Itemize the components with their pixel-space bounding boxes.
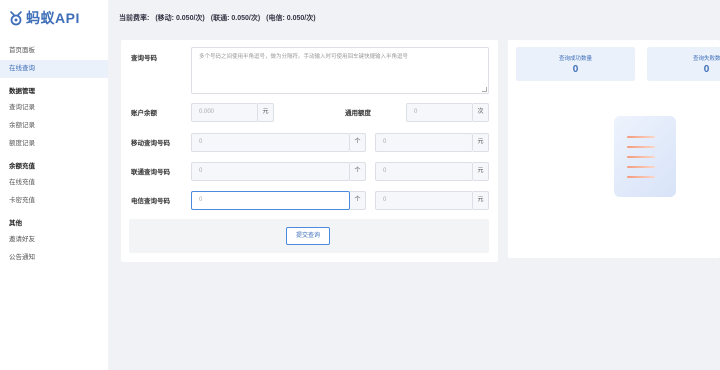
ant-logo-icon (10, 11, 22, 26)
sidebar-item-online-recharge[interactable]: 在线充值 (0, 174, 108, 192)
sidebar-item-quota-records[interactable]: 额度记录 (0, 135, 108, 153)
balance-label: 账户余额 (131, 110, 157, 117)
fail-count-value: 0 (703, 64, 710, 75)
success-count-value: 0 (572, 64, 579, 75)
unicom-cost-unit: 元 (473, 162, 489, 181)
telecom-count-field[interactable]: 0 (191, 191, 350, 210)
sidebar-group-recharge: 余额充值 (9, 163, 35, 170)
sidebar-item-card-recharge[interactable]: 卡密充值 (0, 192, 108, 210)
sidebar-group-data: 数据管理 (9, 88, 35, 95)
mobile-cost-field: 0 (375, 133, 473, 152)
sidebar-group-other: 其他 (9, 220, 22, 227)
query-numbers-label: 查询号码 (131, 55, 157, 62)
resize-handle-icon[interactable] (482, 87, 487, 92)
sidebar: 首页面板 在线查询 数据管理 查询记录 余额记录 额度记录 余额充值 在线充值 … (0, 36, 108, 370)
sidebar-item-notices[interactable]: 公告通知 (0, 249, 108, 267)
sidebar-item-dashboard[interactable]: 首页面板 (0, 42, 108, 60)
sidebar-item-balance-records[interactable]: 余额记录 (0, 117, 108, 135)
unicom-count-unit: 个 (350, 162, 366, 181)
sidebar-item-query-records[interactable]: 查询记录 (0, 99, 108, 117)
rate-bar: 当前费率: (移动: 0.050/次) (联通: 0.050/次) (电信: 0… (108, 0, 720, 36)
success-count-label: 查询成功数量 (558, 56, 592, 62)
app-logo[interactable]: 蚂蚁API (0, 0, 108, 36)
mobile-cost-unit: 元 (473, 133, 489, 152)
telecom-cost-field: 0 (375, 191, 473, 210)
balance-unit: 元 (258, 103, 274, 122)
fail-count-stat: 查询失败数量 0 (647, 47, 720, 81)
fail-count-label: 查询失败数量 (693, 56, 720, 62)
sidebar-item-invite[interactable]: 邀请好友 (0, 231, 108, 249)
rate-unicom: (联通: 0.050/次) (210, 15, 261, 22)
telecom-numbers-label: 电信查询号码 (131, 198, 170, 205)
sidebar-item-online-query[interactable]: 在线查询 (0, 60, 108, 78)
unicom-cost-field: 0 (375, 162, 473, 181)
telecom-count-unit: 个 (350, 191, 366, 210)
unicom-numbers-label: 联通查询号码 (131, 169, 170, 176)
quota-unit: 次 (473, 103, 489, 122)
mobile-count-unit: 个 (350, 133, 366, 152)
query-numbers-placeholder: 多个号码之间使用半角逗号，做为分隔符。手动输入时可使用回车键快捷输入半角逗号 (199, 54, 409, 60)
submit-query-button[interactable]: 提交查询 (286, 227, 330, 245)
quota-field: 0 (406, 103, 473, 122)
balance-field: 0.000 (191, 103, 258, 122)
mobile-numbers-label: 移动查询号码 (131, 140, 170, 147)
mobile-count-field: 0 (191, 133, 350, 152)
success-count-stat: 查询成功数量 0 (516, 47, 635, 81)
quota-label: 通用额度 (345, 110, 371, 117)
app-logo-text: 蚂蚁API (26, 10, 80, 26)
telecom-cost-unit: 元 (473, 191, 489, 210)
rate-telecom: (电信: 0.050/次) (266, 15, 316, 22)
rate-label: 当前费率: (119, 15, 150, 22)
rate-mobile: (移动: 0.050/次) (155, 15, 205, 22)
query-numbers-textarea[interactable]: 多个号码之间使用半角逗号，做为分隔符。手动输入时可使用回车键快捷输入半角逗号 (191, 47, 489, 94)
unicom-count-field: 0 (191, 162, 350, 181)
document-illustration-icon (614, 116, 676, 197)
